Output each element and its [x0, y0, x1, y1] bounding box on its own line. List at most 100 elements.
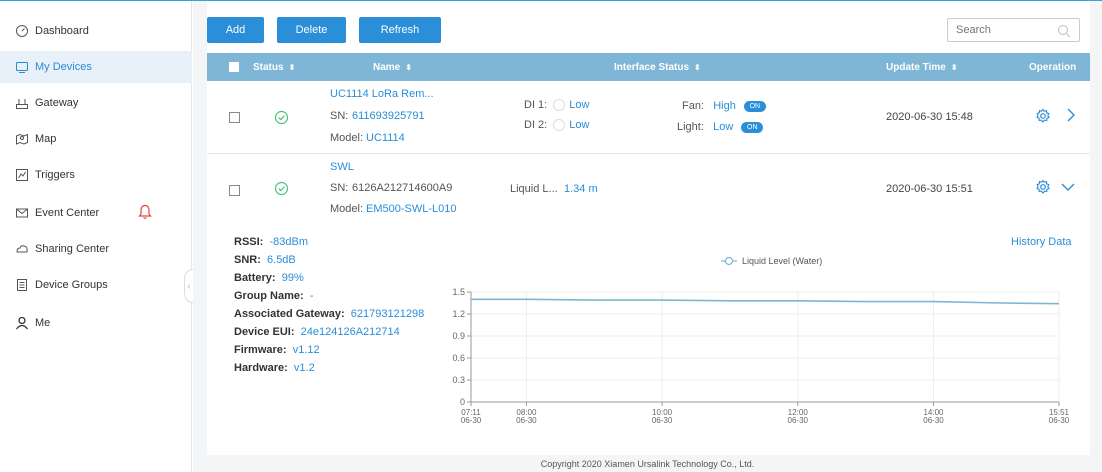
search-icon[interactable]	[1057, 24, 1071, 38]
sidebar-item-label: Me	[35, 317, 51, 329]
gateway-row: Associated Gateway: 621793121298	[234, 308, 425, 320]
x-tick-date-label: 06-30	[1049, 416, 1070, 425]
liquid-level-label: Liquid L...	[510, 183, 558, 195]
x-tick-date-label: 06-30	[788, 416, 809, 425]
event-center-icon	[14, 205, 30, 221]
update-time: 2020-06-30 15:51	[886, 183, 973, 195]
row-checkbox[interactable]	[229, 185, 240, 196]
sidebar-item-my-devices[interactable]: My Devices	[0, 51, 192, 83]
sidebar: Dashboard My Devices Gateway Map Trigger…	[0, 1, 193, 472]
y-tick-label: 0.6	[452, 353, 465, 363]
operation-column-header: Operation	[1029, 61, 1077, 73]
sidebar-item-label: Map	[35, 133, 57, 145]
sidebar-item-label: Gateway	[35, 97, 79, 109]
series-line	[471, 298, 1060, 305]
gear-icon[interactable]	[1035, 108, 1051, 127]
sidebar-item-sharing-center[interactable]: Sharing Center	[0, 233, 192, 265]
user-icon	[14, 315, 30, 331]
light-status: Light: Low ON	[677, 121, 764, 133]
group-name-row: Group Name: -	[234, 290, 314, 302]
sn-label: SN:	[330, 110, 349, 122]
sort-icon[interactable]: ⬍	[405, 63, 412, 72]
delete-button[interactable]: Delete	[277, 17, 346, 43]
sidebar-item-event-center[interactable]: Event Center	[0, 197, 192, 229]
liquid-level-value: 1.34 m	[564, 183, 598, 195]
interface-status-column-header[interactable]: Interface Status ⬍	[614, 53, 701, 81]
legend-label: Liquid Level (Water)	[742, 256, 822, 266]
bell-alert-icon[interactable]	[138, 204, 152, 223]
sharing-center-icon	[14, 241, 30, 257]
di1-status: DI 1: Low	[524, 99, 590, 112]
device-name-link[interactable]: UC1114 LoRa Rem...	[330, 88, 434, 100]
x-tick-date-label: 06-30	[652, 416, 673, 425]
sidebar-item-me[interactable]: Me	[0, 307, 192, 339]
light-toggle[interactable]: ON	[741, 121, 764, 133]
row-checkbox[interactable]	[229, 112, 240, 123]
sidebar-item-gateway[interactable]: Gateway	[0, 87, 192, 119]
table-header: Status ⬍ Name ⬍ Interface Status ⬍ Update T…	[207, 53, 1090, 81]
hardware-row: Hardware: v1.2	[234, 362, 315, 374]
gear-icon[interactable]	[1035, 179, 1051, 198]
device-name-link[interactable]: SWL	[330, 161, 354, 173]
model-label: Model:	[330, 203, 364, 215]
sort-icon[interactable]: ⬍	[694, 63, 701, 72]
sidebar-item-label: Triggers	[35, 169, 75, 181]
model-label: Model:	[330, 132, 364, 144]
select-all-checkbox[interactable]	[229, 62, 239, 72]
refresh-button[interactable]: Refresh	[359, 17, 441, 43]
sort-icon[interactable]: ⬍	[289, 63, 296, 72]
sn-value: 6126A212714600A9	[352, 182, 453, 194]
di2-status: DI 2: Low	[524, 119, 590, 132]
update-time: 2020-06-30 15:48	[886, 111, 973, 123]
model-value: UC1114	[366, 132, 405, 144]
y-tick-label: 0.9	[452, 331, 465, 341]
y-tick-label: 1.2	[452, 309, 465, 319]
search-input[interactable]	[948, 19, 1048, 41]
search-box	[947, 18, 1080, 42]
devices-icon	[14, 59, 30, 75]
sidebar-item-label: My Devices	[35, 61, 92, 73]
x-tick-date-label: 06-30	[923, 416, 944, 425]
sidebar-item-label: Sharing Center	[35, 243, 109, 255]
di1-indicator-icon	[553, 99, 566, 112]
legend-marker	[724, 256, 734, 266]
table-row[interactable]: UC1114 LoRa Rem... SN: 611693925791 Mode…	[207, 81, 1090, 154]
fan-status: Fan: High ON	[682, 100, 766, 112]
fan-toggle[interactable]: ON	[743, 100, 766, 112]
sidebar-item-device-groups[interactable]: Device Groups	[0, 269, 192, 301]
sort-icon[interactable]: ⬍	[951, 63, 958, 72]
device-eui-row: Device EUI: 24e124126A212714	[234, 326, 400, 338]
main-area: Add Delete Refresh Status⬍ Name⬍ Interfa…	[193, 1, 1102, 472]
name-column-header[interactable]: Name ⬍	[373, 53, 412, 81]
firmware-row: Firmware: v1.12	[234, 344, 320, 356]
chart-grid	[470, 291, 1060, 403]
y-tick-label: 1.5	[452, 287, 465, 297]
chevron-right-icon[interactable]	[1066, 107, 1076, 126]
y-tick-label: 0.3	[452, 375, 465, 385]
table-row[interactable]: SWL SN: 6126A212714600A9 Model: EM500-SW…	[207, 155, 1090, 223]
sidebar-collapse-handle[interactable]: ‹	[184, 269, 193, 303]
chevron-down-icon[interactable]	[1060, 182, 1076, 195]
online-status-icon	[274, 181, 289, 196]
online-status-icon	[274, 110, 289, 125]
device-detail-panel: RSSI: -83dBm SNR: 6.5dB Battery: 99% Gro…	[207, 223, 1090, 443]
gateway-icon	[14, 95, 30, 111]
dashboard-icon	[14, 23, 30, 39]
map-icon	[14, 131, 30, 147]
sidebar-item-map[interactable]: Map	[0, 123, 192, 155]
history-data-link[interactable]: History Data	[1011, 236, 1072, 248]
sidebar-item-triggers[interactable]: Triggers	[0, 159, 192, 191]
chart-axes: 00.30.60.91.21.507:1106-3008:0006-3010:0…	[452, 287, 1069, 425]
di2-indicator-icon	[553, 119, 566, 132]
sidebar-item-dashboard[interactable]: Dashboard	[0, 15, 192, 47]
update-time-column-header[interactable]: Update Time ⬍	[886, 53, 958, 81]
sn-value: 611693925791	[352, 110, 425, 122]
copyright-footer: Copyright 2020 Xiamen Ursalink Technolog…	[540, 459, 755, 469]
model-value: EM500-SWL-L010	[366, 203, 457, 215]
chevron-left-icon: ‹	[187, 280, 191, 292]
sn-label: SN:	[330, 182, 349, 194]
sidebar-item-label: Dashboard	[35, 25, 89, 37]
devices-panel: Add Delete Refresh Status⬍ Name⬍ Interfa…	[207, 1, 1090, 455]
add-button[interactable]: Add	[207, 17, 264, 43]
status-column-header[interactable]: Status ⬍	[253, 53, 295, 81]
